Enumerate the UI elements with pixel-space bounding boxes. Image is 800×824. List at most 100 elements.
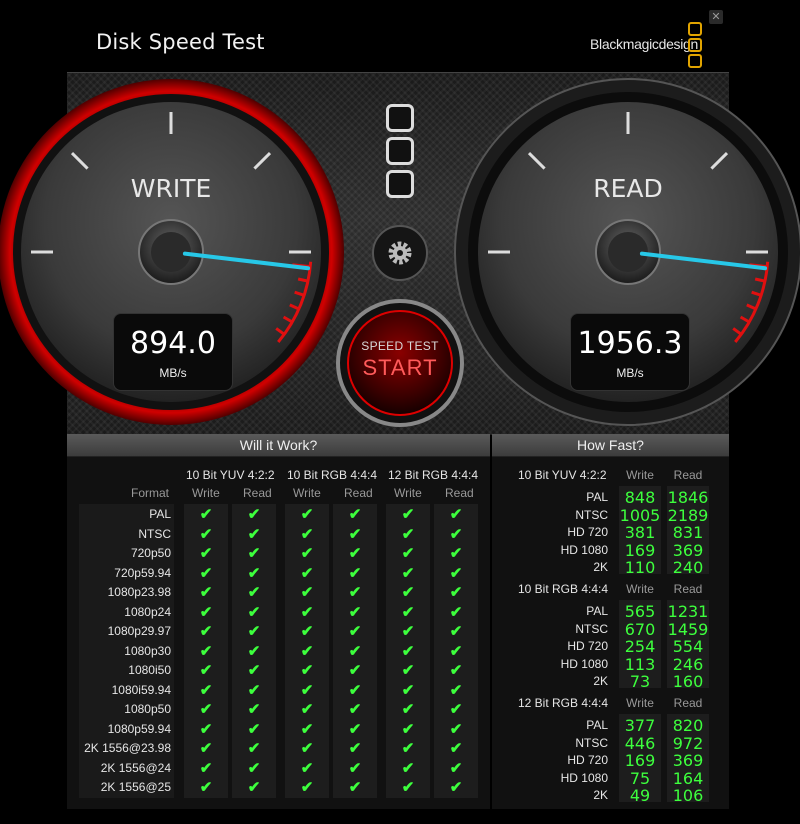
read-gauge-label: READ (593, 174, 663, 203)
check-icon: ✔ (300, 642, 314, 660)
check-icon: ✔ (247, 740, 261, 757)
check-icon: ✔ (401, 720, 415, 738)
check-icon: ✔ (401, 701, 415, 718)
check-icon: ✔ (449, 662, 463, 679)
check-icon: ✔ (348, 642, 362, 660)
write-speed-number: 377 (624, 716, 656, 735)
write-column-header: Write (293, 486, 321, 500)
check-icon: ✔ (247, 681, 261, 699)
speed-group-header: 12 Bit RGB 4:4:4 (518, 696, 609, 710)
speed-row-label: PAL (586, 490, 608, 504)
read-column-header: Read (243, 486, 272, 500)
check-icon: ✔ (449, 525, 463, 543)
check-icon: ✔ (449, 545, 463, 562)
check-icon: ✔ (348, 525, 362, 543)
format-row-label: 1080p30 (124, 643, 171, 658)
check-icon: ✔ (199, 662, 213, 679)
speed-row-label: 2K (593, 560, 608, 574)
check-icon: ✔ (300, 701, 314, 718)
format-row-label: 720p50 (130, 546, 171, 560)
check-icon: ✔ (348, 701, 362, 718)
check-icon: ✔ (300, 545, 314, 562)
read-speed-number: 369 (672, 540, 704, 560)
write-column-header: Write (626, 696, 654, 710)
write-speed-number: 381 (624, 523, 656, 542)
check-icon: ✔ (348, 584, 362, 601)
check-icon: ✔ (300, 623, 314, 640)
speed-row-label: 2K (593, 788, 608, 802)
check-icon: ✔ (348, 681, 362, 699)
check-icon: ✔ (300, 662, 314, 679)
check-icon: ✔ (348, 564, 362, 582)
check-icon: ✔ (247, 584, 261, 601)
check-icon: ✔ (348, 759, 362, 777)
check-icon: ✔ (449, 564, 463, 582)
will-it-work-title: Will it Work? (67, 434, 490, 457)
check-icon: ✔ (199, 584, 213, 601)
read-speed-number: 164 (672, 768, 704, 788)
write-speed-number: 169 (624, 751, 656, 770)
check-icon: ✔ (449, 584, 463, 601)
read-speed-number: 831 (672, 523, 704, 542)
check-icon: ✔ (401, 779, 415, 796)
format-row-label: 2K 1556@24 (100, 760, 171, 775)
speed-row-label: NTSC (575, 507, 608, 522)
read-speed-number: 160 (672, 672, 704, 691)
start-button-caption: SPEED TEST (361, 339, 439, 353)
settings-button[interactable] (375, 228, 425, 278)
check-icon: ✔ (247, 545, 261, 562)
start-button[interactable]: SPEED TEST START (340, 303, 460, 423)
write-speed-number: 49 (629, 786, 651, 805)
check-icon: ✔ (247, 603, 261, 621)
read-column-header: Read (445, 486, 474, 500)
format-row-label: 1080p50 (124, 702, 171, 716)
write-speed-number: 110 (624, 558, 656, 577)
read-speed-number: 2189 (667, 505, 709, 525)
check-icon: ✔ (348, 545, 362, 562)
check-icon: ✔ (449, 759, 463, 777)
read-speed-number: 820 (672, 716, 704, 735)
read-speed-number: 1459 (667, 619, 709, 639)
check-icon: ✔ (300, 525, 314, 543)
check-icon: ✔ (449, 603, 463, 621)
check-icon: ✔ (199, 623, 213, 640)
check-icon: ✔ (449, 701, 463, 718)
speed-row-label: HD 1080 (560, 656, 608, 671)
check-icon: ✔ (449, 779, 463, 796)
write-gauge-label: WRITE (130, 174, 212, 203)
read-speed-value: 1956.3 (577, 326, 683, 361)
read-speed-number: 106 (672, 786, 704, 805)
speed-row-label: 2K (593, 674, 608, 688)
check-icon: ✔ (247, 720, 261, 738)
check-icon: ✔ (401, 525, 415, 543)
write-speed-number: 254 (624, 637, 656, 656)
format-row-label: 1080p23.98 (107, 585, 171, 599)
check-icon: ✔ (199, 506, 213, 523)
write-column-header: Write (626, 582, 654, 596)
read-speed-unit: MB/s (616, 366, 644, 380)
speed-group-header: 10 Bit RGB 4:4:4 (518, 582, 609, 596)
check-icon: ✔ (247, 642, 261, 660)
check-icon: ✔ (348, 740, 362, 757)
format-row-label: 720p59.94 (114, 565, 171, 580)
group-header: 12 Bit RGB 4:4:4 (388, 468, 479, 482)
check-icon: ✔ (199, 603, 213, 621)
write-speed-number: 848 (624, 488, 656, 507)
speed-row-label: NTSC (575, 621, 608, 636)
write-speed-number: 113 (624, 654, 656, 674)
read-speed-number: 972 (672, 733, 704, 753)
start-button-label: START (362, 355, 438, 380)
format-row-label: 2K 1556@23.98 (84, 741, 171, 755)
write-speed-unit: MB/s (159, 366, 187, 380)
write-speed-number: 169 (624, 540, 656, 560)
write-column-header: Write (626, 468, 654, 482)
check-icon: ✔ (247, 779, 261, 796)
check-icon: ✔ (199, 740, 213, 757)
format-row-label: 2K 1556@25 (100, 780, 171, 794)
read-column-header: Read (673, 582, 703, 596)
check-icon: ✔ (449, 642, 463, 660)
read-speed-number: 369 (672, 751, 704, 770)
speed-row-label: HD 1080 (560, 770, 608, 785)
format-row-label: NTSC (138, 526, 171, 541)
check-icon: ✔ (449, 740, 463, 757)
